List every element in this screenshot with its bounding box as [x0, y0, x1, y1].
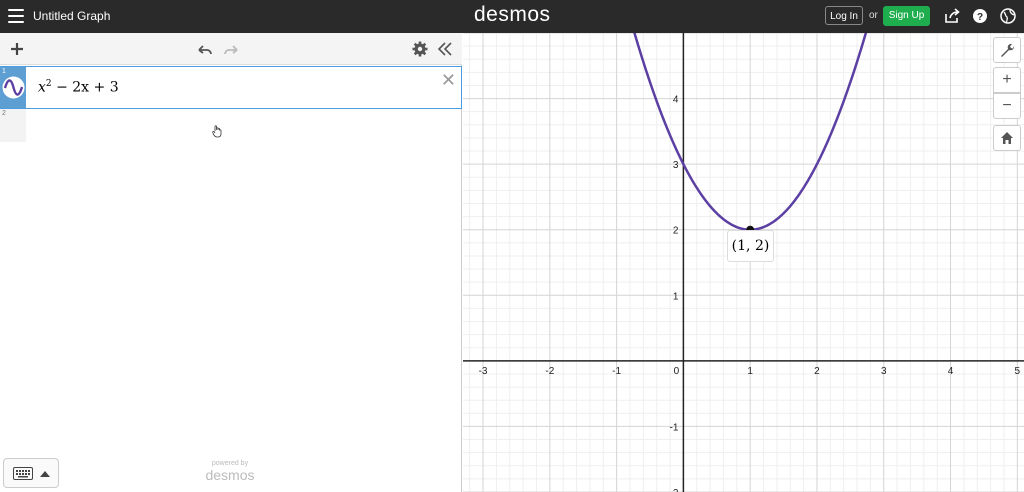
point-label[interactable]: (1, 2)	[727, 230, 774, 262]
x-tick-label: -3	[479, 366, 488, 377]
x-tick-label: 3	[881, 366, 887, 377]
wrench-button[interactable]	[993, 37, 1021, 63]
x-tick-label: 4	[948, 366, 954, 377]
powered-by-text: powered by	[211, 460, 249, 467]
y-tick-label: 2	[673, 226, 679, 237]
expression-formula[interactable]: x2 − 2x + 3	[38, 79, 119, 96]
x-tick-label: 1	[747, 366, 753, 377]
home-icon	[1001, 132, 1013, 144]
expression-toolbar	[0, 33, 462, 65]
powered-by-brand: desmos	[205, 467, 255, 483]
x-tick-label: -1	[612, 366, 621, 377]
delete-expression-icon[interactable]: ✕	[441, 70, 456, 91]
collapse-panel-icon[interactable]	[436, 40, 454, 58]
zoom-out-button[interactable]: −	[993, 93, 1021, 119]
zoom-in-button[interactable]: +	[993, 67, 1021, 93]
signup-button[interactable]: Sign Up	[883, 6, 930, 26]
redo-icon[interactable]	[222, 40, 240, 58]
desmos-logo: desmos	[474, 3, 551, 26]
y-tick-label: 1	[673, 291, 679, 302]
graph-curve-icon[interactable]	[2, 76, 25, 99]
help-icon[interactable]: ?	[972, 8, 988, 24]
graph-title[interactable]: Untitled Graph	[33, 9, 110, 23]
expression-tab[interactable]: 2	[0, 109, 26, 142]
graph-canvas[interactable]: -3 -2 -1 0 1 2 3 4 5 4 3 2 1 -1 -2	[463, 33, 1024, 492]
wrench-icon	[1001, 43, 1015, 57]
undo-icon[interactable]	[196, 40, 214, 58]
globe-icon[interactable]	[1000, 8, 1016, 24]
y-tick-label: -1	[669, 422, 678, 433]
keyboard-icon	[13, 467, 33, 480]
keyboard-button[interactable]	[3, 458, 59, 488]
zoom-out-icon: −	[1002, 97, 1012, 114]
menu-icon[interactable]	[8, 9, 24, 23]
share-icon[interactable]	[944, 8, 960, 24]
add-icon[interactable]	[8, 40, 26, 58]
expression-row-empty[interactable]: 2	[0, 109, 462, 142]
expression-row[interactable]: 1 x2 − 2x + 3 ✕	[0, 66, 462, 109]
expression-index: 2	[2, 110, 6, 117]
svg-text:?: ?	[977, 12, 983, 23]
y-tick-label: 4	[673, 95, 679, 106]
hand-cursor-icon	[212, 125, 222, 138]
top-bar: Untitled Graph desmos Log In or Sign Up …	[0, 0, 1024, 33]
expression-panel: 1 x2 − 2x + 3 ✕ 2 powered by desmos	[0, 33, 462, 492]
login-button[interactable]: Log In	[825, 6, 863, 25]
x-tick-label: 5	[1015, 366, 1021, 377]
or-text: or	[869, 10, 878, 21]
x-tick-label: 0	[674, 366, 680, 377]
expression-tab[interactable]: 1	[0, 67, 26, 108]
gear-icon[interactable]	[411, 40, 429, 58]
y-tick-label: 3	[673, 160, 679, 171]
x-tick-label: -2	[545, 366, 554, 377]
zoom-in-icon: +	[1002, 71, 1012, 88]
x-tick-label: 2	[814, 366, 820, 377]
powered-by-desmos[interactable]: powered by desmos	[200, 460, 260, 483]
home-button[interactable]	[993, 125, 1021, 151]
graph-paper[interactable]: -3 -2 -1 0 1 2 3 4 5 4 3 2 1 -1 -2	[463, 33, 1024, 492]
caret-up-icon	[40, 471, 50, 477]
expression-index: 1	[2, 68, 6, 75]
y-tick-label: -2	[669, 488, 678, 492]
